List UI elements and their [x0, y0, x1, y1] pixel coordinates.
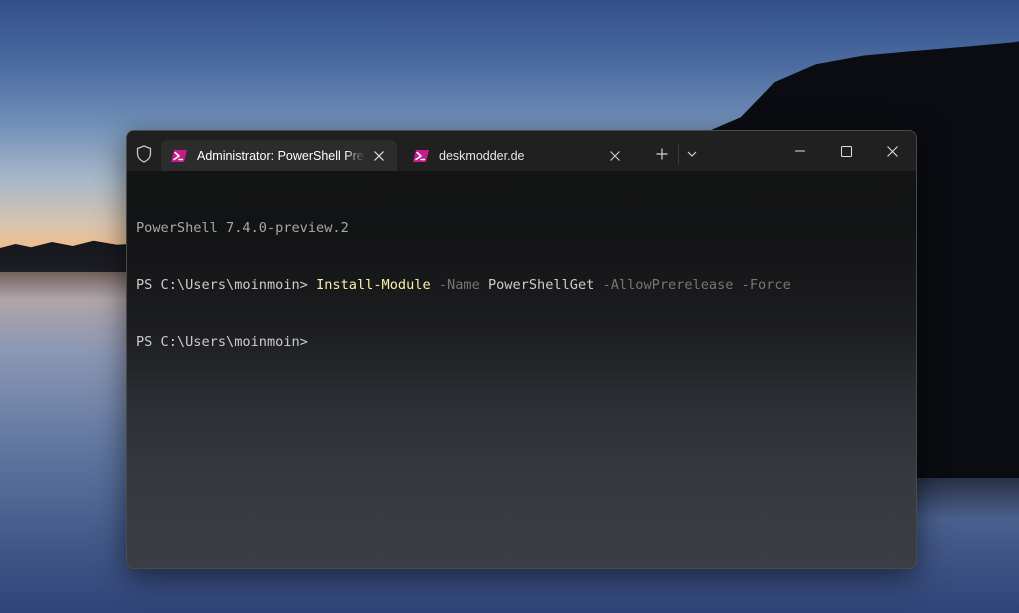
tab-administrator-powershell[interactable]: Administrator: PowerShell Preview: [161, 140, 397, 171]
chevron-down-icon: [687, 151, 697, 157]
minimize-button[interactable]: [777, 131, 823, 171]
prompt: PS C:\Users\moinmoin>: [136, 334, 308, 350]
shield-icon: [135, 144, 153, 164]
close-window-button[interactable]: [869, 131, 915, 171]
parameter-allowprerelease: -AllowPrerelease: [602, 277, 734, 293]
new-tab-button[interactable]: [649, 140, 675, 168]
prompt-line: PS C:\Users\moinmoin>: [136, 333, 791, 352]
plus-icon: [656, 148, 668, 160]
close-tab-button[interactable]: [365, 144, 393, 168]
close-icon: [610, 150, 620, 161]
terminal-window[interactable]: Administrator: PowerShell Preview deskmo…: [126, 130, 917, 569]
close-icon: [886, 145, 898, 157]
title-bar[interactable]: Administrator: PowerShell Preview deskmo…: [127, 131, 916, 171]
powershell-icon: [171, 149, 187, 162]
cmdlet: Install-Module: [316, 277, 431, 293]
maximize-button[interactable]: [823, 131, 869, 171]
parameter-name: -Name: [438, 277, 480, 293]
tab-deskmodder[interactable]: deskmodder.de: [403, 140, 633, 171]
parameter-force: -Force: [741, 277, 791, 293]
terminal-console[interactable]: PowerShell 7.4.0-preview.2 PS C:\Users\m…: [136, 181, 791, 390]
minimize-icon: [795, 150, 805, 152]
command-line: PS C:\Users\moinmoin> Install-Module -Na…: [136, 276, 791, 295]
version-banner: PowerShell 7.4.0-preview.2: [136, 220, 349, 236]
powershell-icon: [413, 149, 429, 162]
maximize-icon: [840, 145, 852, 157]
toolbar-separator: [678, 144, 679, 164]
tab-title: deskmodder.de: [439, 148, 525, 163]
tab-title: Administrator: PowerShell Preview: [197, 148, 365, 163]
prompt: PS C:\Users\moinmoin>: [136, 277, 317, 293]
banner-line: PowerShell 7.4.0-preview.2: [136, 219, 791, 238]
close-tab-button[interactable]: [601, 144, 629, 168]
close-icon: [374, 150, 384, 161]
argument-value: PowerShellGet: [487, 277, 595, 293]
tab-dropdown-button[interactable]: [680, 140, 704, 168]
